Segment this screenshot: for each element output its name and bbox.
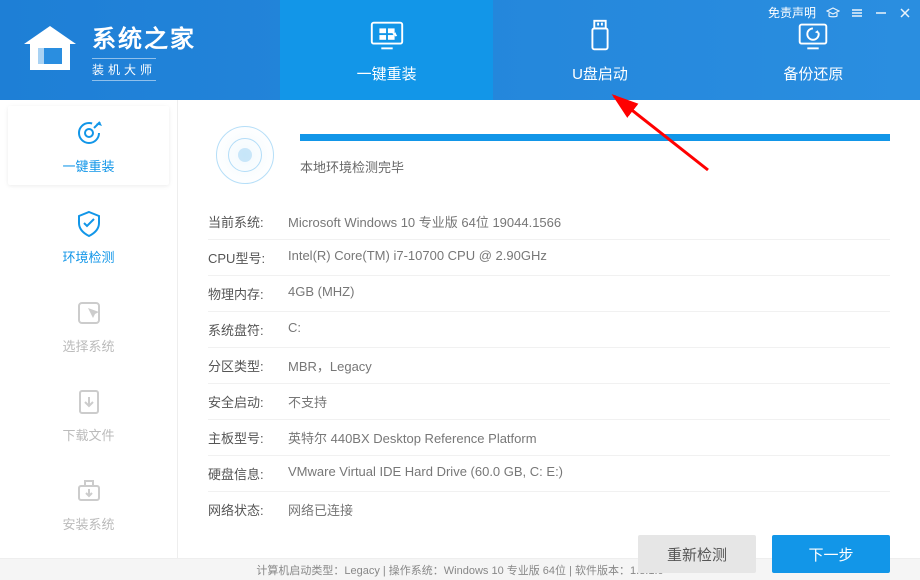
backup-icon: [794, 17, 832, 55]
sidebar-item-reinstall[interactable]: 一键重装: [8, 106, 169, 185]
tab-reinstall-label: 一键重装: [357, 63, 417, 84]
info-value: VMware Virtual IDE Hard Drive (60.0 GB, …: [288, 464, 563, 483]
header: 系统之家 装机大师 一键重装 U盘启动: [0, 0, 920, 100]
info-value: 4GB (MHZ): [288, 284, 354, 303]
info-label: 主板型号:: [208, 428, 288, 447]
install-icon: [74, 476, 104, 506]
scan-status: 本地环境检测完毕: [300, 157, 890, 176]
info-value: MBR，Legacy: [288, 356, 372, 375]
app-subtitle: 装机大师: [92, 58, 156, 81]
target-icon: [74, 118, 104, 148]
info-value: 英特尔 440BX Desktop Reference Platform: [288, 428, 537, 447]
titlebar: 免责声明: [768, 4, 912, 21]
logo-icon: [20, 20, 80, 80]
info-label: 分区类型:: [208, 356, 288, 375]
info-row: 分区类型:MBR，Legacy: [208, 348, 890, 384]
info-label: 硬盘信息:: [208, 464, 288, 483]
radar-icon: [208, 118, 282, 192]
sidebar: 一键重装 环境检测 选择系统 下载文件 安装系统: [0, 100, 178, 558]
system-info-list: 当前系统:Microsoft Windows 10 专业版 64位 19044.…: [208, 204, 890, 527]
sidebar-item-label: 环境检测: [62, 247, 114, 266]
app-title: 系统之家: [92, 19, 196, 54]
info-label: 系统盘符:: [208, 320, 288, 339]
sidebar-item-label: 一键重装: [62, 156, 114, 175]
progress-bar: [300, 134, 890, 141]
info-value: 不支持: [288, 392, 327, 411]
sidebar-item-download[interactable]: 下载文件: [0, 369, 177, 458]
download-icon: [74, 387, 104, 417]
tab-reinstall[interactable]: 一键重装: [280, 0, 493, 100]
select-icon: [74, 298, 104, 328]
disclaimer-link[interactable]: 免责声明: [768, 4, 816, 21]
info-label: CPU型号:: [208, 248, 288, 267]
tab-usb-boot[interactable]: U盘启动: [493, 0, 706, 100]
tab-usb-boot-label: U盘启动: [572, 63, 628, 84]
info-value: Intel(R) Core(TM) i7-10700 CPU @ 2.90GHz: [288, 248, 547, 267]
sidebar-item-label: 下载文件: [62, 425, 114, 444]
sidebar-item-label: 安装系统: [62, 514, 114, 533]
next-button[interactable]: 下一步: [772, 535, 890, 573]
info-row: 网络状态:网络已连接: [208, 492, 890, 527]
sidebar-item-label: 选择系统: [62, 336, 114, 355]
sidebar-item-select-system[interactable]: 选择系统: [0, 280, 177, 369]
close-button[interactable]: [898, 6, 912, 20]
recheck-button[interactable]: 重新检测: [638, 535, 756, 573]
info-row: CPU型号:Intel(R) Core(TM) i7-10700 CPU @ 2…: [208, 240, 890, 276]
info-value: Microsoft Windows 10 专业版 64位 19044.1566: [288, 212, 561, 231]
main-panel: 本地环境检测完毕 当前系统:Microsoft Windows 10 专业版 6…: [178, 100, 920, 558]
info-value: 网络已连接: [288, 500, 353, 519]
info-row: 主板型号:英特尔 440BX Desktop Reference Platfor…: [208, 420, 890, 456]
info-label: 物理内存:: [208, 284, 288, 303]
tab-backup-label: 备份还原: [783, 63, 843, 84]
logo-area: 系统之家 装机大师: [0, 0, 280, 100]
info-label: 安全启动:: [208, 392, 288, 411]
sidebar-item-install[interactable]: 安装系统: [0, 458, 177, 547]
info-label: 当前系统:: [208, 212, 288, 231]
graduate-icon[interactable]: [826, 6, 840, 20]
shield-icon: [74, 209, 104, 239]
info-row: 当前系统:Microsoft Windows 10 专业版 64位 19044.…: [208, 204, 890, 240]
sidebar-item-env-check[interactable]: 环境检测: [0, 191, 177, 280]
menu-icon[interactable]: [850, 6, 864, 20]
info-row: 物理内存:4GB (MHZ): [208, 276, 890, 312]
info-row: 硬盘信息:VMware Virtual IDE Hard Drive (60.0…: [208, 456, 890, 492]
info-value: C:: [288, 320, 301, 339]
info-label: 网络状态:: [208, 500, 288, 519]
info-row: 安全启动:不支持: [208, 384, 890, 420]
minimize-button[interactable]: [874, 6, 888, 20]
info-row: 系统盘符:C:: [208, 312, 890, 348]
usb-icon: [581, 17, 619, 55]
reinstall-icon: [368, 17, 406, 55]
